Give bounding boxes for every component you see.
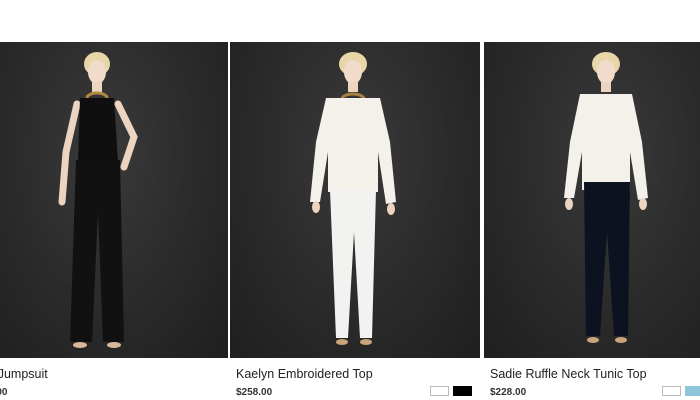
product-photo[interactable] (230, 42, 480, 358)
model-in-ruffle-neck-tunic-image (564, 52, 648, 343)
color-swatch-white[interactable] (662, 386, 681, 396)
product-card[interactable]: Sadie Ruffle Neck Tunic Top $228.00 (484, 42, 700, 400)
product-card[interactable]: y Jumpsuit 8.00 (0, 42, 228, 400)
model-in-black-jumpsuit-image (58, 52, 138, 348)
color-swatch-light-blue[interactable] (685, 386, 700, 396)
product-name[interactable]: Kaelyn Embroidered Top (236, 366, 480, 382)
product-photo[interactable] (0, 42, 228, 358)
model-in-white-embroidered-top-image (310, 52, 396, 345)
color-swatches (430, 386, 472, 396)
product-card[interactable]: Kaelyn Embroidered Top $258.00 (230, 42, 480, 400)
product-name[interactable]: y Jumpsuit (0, 366, 228, 382)
product-photo[interactable] (484, 42, 700, 358)
product-grid: y Jumpsuit 8.00 Ka (0, 42, 700, 400)
color-swatch-white[interactable] (430, 386, 449, 396)
product-info: Sadie Ruffle Neck Tunic Top $228.00 (490, 360, 700, 400)
product-name[interactable]: Sadie Ruffle Neck Tunic Top (490, 366, 700, 382)
color-swatches (662, 386, 700, 396)
color-swatch-black[interactable] (453, 386, 472, 396)
product-price: 8.00 (0, 387, 8, 398)
product-info: y Jumpsuit 8.00 (0, 360, 228, 400)
product-info: Kaelyn Embroidered Top $258.00 (236, 360, 480, 400)
